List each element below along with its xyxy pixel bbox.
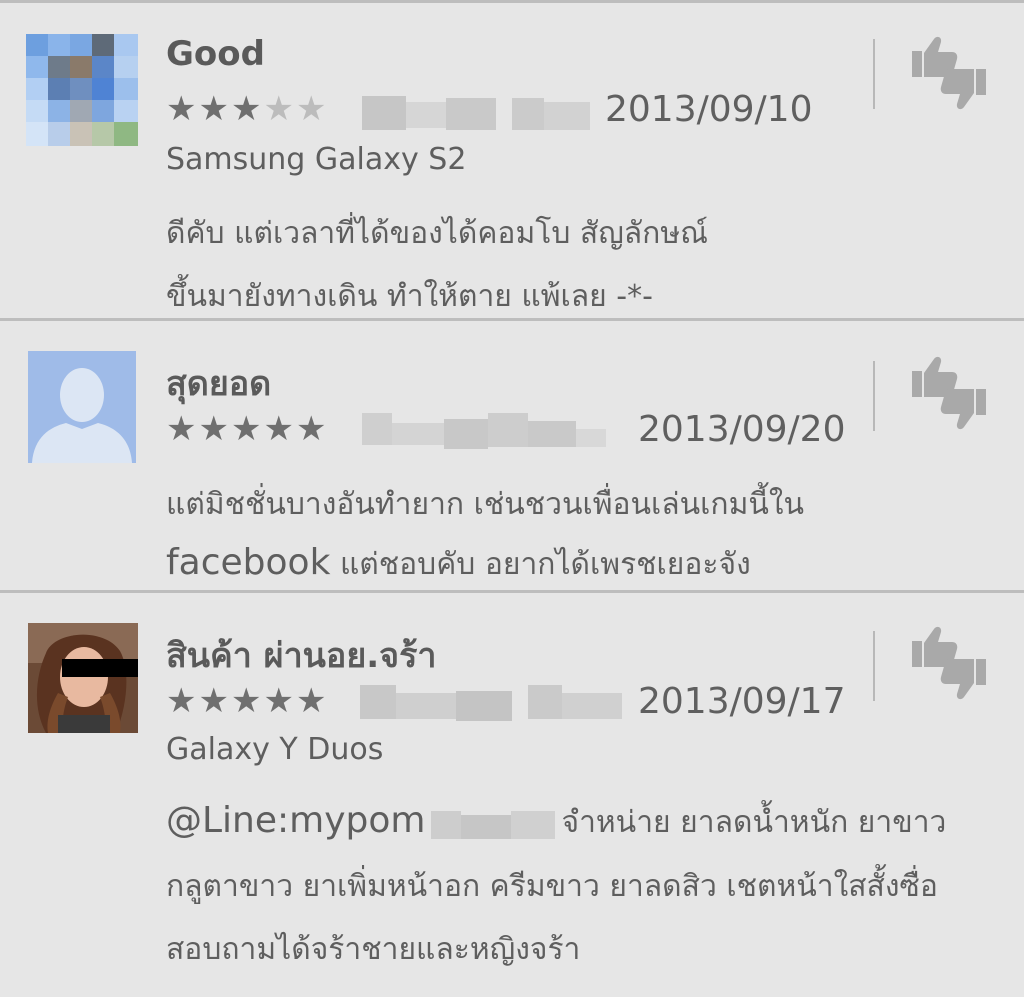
star-rating: ★★★★★ bbox=[166, 681, 328, 721]
review-body-text: facebook bbox=[166, 542, 331, 583]
blurred-contact-id bbox=[431, 807, 556, 841]
device-name: Galaxy Y Duos bbox=[166, 732, 384, 767]
star-rating: ★★★★★ bbox=[166, 89, 328, 129]
star-icon: ★ bbox=[230, 89, 264, 129]
review-date: 2013/09/20 bbox=[638, 409, 846, 450]
review-item[interactable]: สุดยอด ★★★★★ 2013/09/20 แต่มิชชั่นบางอัน… bbox=[0, 321, 1024, 591]
star-rating: ★★★★★ bbox=[166, 409, 328, 449]
blurred-reviewer-name bbox=[362, 92, 590, 132]
vertical-separator bbox=[873, 39, 875, 109]
avatar bbox=[28, 623, 138, 733]
review-body-text: แต่ชอบคับ อยากได้เพรชเยอะจัง bbox=[330, 547, 751, 582]
review-title: Good bbox=[166, 34, 265, 74]
star-icon: ★ bbox=[295, 681, 329, 721]
star-icon: ★ bbox=[166, 681, 199, 721]
review-body-line: ขึ้นมายังทางเดิน ทำให้ตาย แพ้เลย -*- bbox=[166, 279, 653, 314]
user-photo-image bbox=[28, 623, 138, 733]
star-icon: ★ bbox=[198, 681, 231, 721]
thumbs-up-down-icon[interactable] bbox=[904, 33, 994, 113]
review-body-line: ดีคับ แต่เวลาที่ได้ของได้คอมโบ สัญลักษณ์ bbox=[166, 216, 708, 251]
pixelated-avatar-image bbox=[26, 34, 138, 146]
censor-bar bbox=[62, 659, 138, 677]
star-icon: ★ bbox=[166, 409, 199, 449]
reviews-list: Good ★★★★★ 2013/09/10 Samsung Galaxy S2 … bbox=[0, 0, 1024, 997]
review-body-line: แต่มิชชั่นบางอันทำยาก เช่นชวนเพื่อนเล่นเ… bbox=[166, 487, 805, 522]
star-icon: ★ bbox=[295, 409, 329, 449]
blurred-reviewer-name bbox=[360, 681, 622, 721]
star-icon: ★ bbox=[166, 89, 199, 129]
review-title: สุดยอด bbox=[166, 364, 272, 404]
review-body-line: facebook แต่ชอบคับ อยากได้เพรชเยอะจัง bbox=[166, 541, 751, 588]
default-person-icon bbox=[28, 351, 136, 463]
device-name: Samsung Galaxy S2 bbox=[166, 142, 467, 177]
review-title: สินค้า ผ่านอย.จร้า bbox=[166, 636, 437, 676]
star-icon: ★ bbox=[263, 409, 296, 449]
star-icon: ★ bbox=[263, 681, 296, 721]
star-icon: ★ bbox=[198, 89, 231, 129]
avatar bbox=[26, 34, 138, 146]
vertical-separator bbox=[873, 361, 875, 431]
star-icon: ★ bbox=[198, 409, 231, 449]
star-icon: ★ bbox=[263, 89, 296, 129]
review-date: 2013/09/17 bbox=[638, 681, 846, 722]
thumbs-up-down-icon[interactable] bbox=[904, 353, 994, 433]
review-body-line: สอบถามได้จร้าชายและหญิงจร้า bbox=[166, 932, 581, 967]
review-date: 2013/09/10 bbox=[605, 89, 813, 130]
avatar bbox=[28, 351, 136, 463]
star-icon: ★ bbox=[295, 89, 329, 129]
review-body-text: จำหน่าย ยาลดน้ำหนัก ยาขาว bbox=[561, 805, 947, 840]
review-item[interactable]: สินค้า ผ่านอย.จร้า ★★★★★ 2013/09/17 Gala… bbox=[0, 593, 1024, 997]
review-body-text: @Line:mypom bbox=[166, 800, 426, 841]
vertical-separator bbox=[873, 631, 875, 701]
review-item[interactable]: Good ★★★★★ 2013/09/10 Samsung Galaxy S2 … bbox=[0, 3, 1024, 321]
thumbs-up-down-icon[interactable] bbox=[904, 623, 994, 703]
star-icon: ★ bbox=[230, 409, 264, 449]
review-body-line: @Line:mypom จำหน่าย ยาลดน้ำหนัก ยาขาว bbox=[166, 799, 946, 846]
blurred-reviewer-name bbox=[362, 409, 606, 449]
star-icon: ★ bbox=[230, 681, 264, 721]
review-body-line: กลูตาขาว ยาเพิ่มหน้าอก ครีมขาว ยาลดสิว เ… bbox=[166, 869, 938, 904]
